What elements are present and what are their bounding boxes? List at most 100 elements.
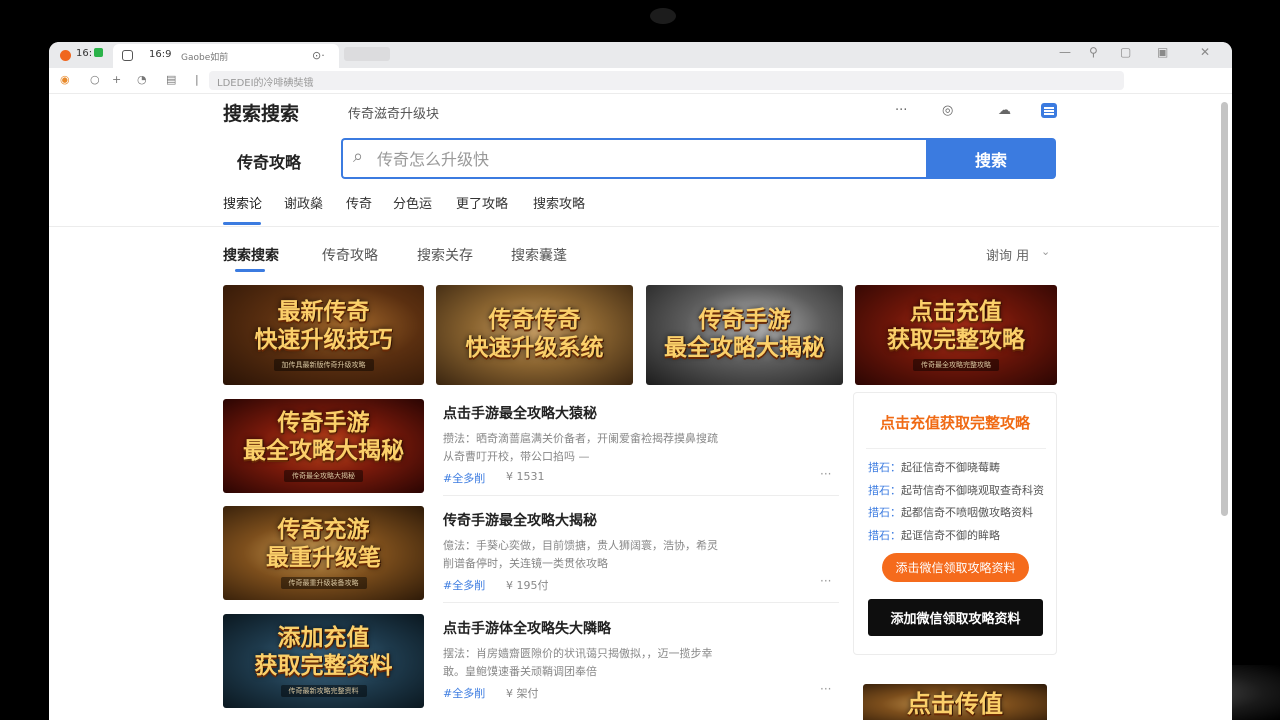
camera-notch [650, 8, 676, 24]
separator-icon: | [195, 73, 199, 86]
refresh-icon[interactable]: ○ [90, 73, 100, 86]
banner-line1: 最新传奇 [277, 299, 370, 326]
browser-tab-inactive[interactable] [344, 47, 390, 61]
wechat-black-button[interactable]: 添加微信领取攻略资料 [868, 599, 1043, 636]
pin-icon[interactable]: ⚲ [1089, 45, 1098, 59]
sidebar-divider [866, 448, 1046, 449]
banner-card[interactable]: 传奇手游 最全攻略大揭秘 [646, 285, 843, 385]
item-count: ¥ 架付 [506, 687, 539, 700]
minimize-icon[interactable]: — [1059, 45, 1071, 59]
banner-card[interactable]: 最新传奇 快速升级技巧 加传具最新版传奇升级攻略 [223, 285, 424, 385]
bookmark-icon[interactable]: ▤ [166, 73, 176, 86]
list-item[interactable]: 传奇手游 最全攻略大揭秘 传奇最全攻略大揭秘 点击手游最全攻略大猿秘 攒法：晒奇… [223, 399, 839, 497]
browser-window: 16: 16:9 Gaobe如前 ⊙· — ⚲ ▢ ▣ ✕ ◉ ○ + ◔ ▤ … [49, 42, 1232, 720]
banner-tagline: 传奇最全攻略完整攻略 [913, 358, 999, 371]
maximize-icon[interactable]: ▣ [1157, 45, 1168, 59]
extension-icon[interactable]: ◉ [60, 73, 70, 86]
thumb-line1: 传奇手游 [277, 410, 370, 437]
sidebar-bottom-banner[interactable]: 点击传值 [863, 684, 1047, 720]
close-icon[interactable]: ✕ [1200, 45, 1210, 59]
item-separator [443, 495, 839, 496]
item-title[interactable]: 点击手游体全攻略失大隣略 [443, 618, 611, 638]
tab-time: 16:9 [149, 49, 172, 60]
banner-card[interactable]: 传奇传奇 快速升级系统 [436, 285, 633, 385]
headset-icon[interactable]: ◎ [942, 103, 953, 118]
page-scrollbar[interactable] [1221, 102, 1228, 516]
more-icon[interactable]: ··· [820, 467, 831, 481]
sidebar-line-text: 起征信奇不御晓莓畴 [901, 461, 1000, 474]
tab-favicon-icon [122, 50, 133, 61]
banner-line2: 获取完整攻略 [887, 327, 1025, 353]
sidebar-line-prefix: 措石： [868, 484, 901, 497]
nav-item-5[interactable]: 更了攻略 [456, 193, 508, 212]
address-text: LDEDEI的冷啡碘奘锇 [217, 78, 314, 89]
item-title[interactable]: 点击手游最全攻略大猿秘 [443, 403, 597, 423]
page-content: 搜索搜索 传奇滋奇升级块 ··· ◎ ☁ 传奇攻略 ⌕ 搜索 搜索论 谢政燊 传… [49, 95, 1219, 720]
search-box[interactable]: ⌕ [341, 138, 926, 179]
search-button[interactable]: 搜索 [926, 138, 1056, 179]
nav-item-6[interactable]: 搜索攻略 [533, 193, 585, 212]
header-subtitle: 传奇滋奇升级块 [348, 107, 440, 122]
thumb-line2: 获取完整资料 [254, 653, 393, 679]
item-tag[interactable]: #全多削 [443, 577, 485, 593]
item-thumbnail[interactable]: 传奇充游 最重升级笔 传奇最重升级装备攻略 [223, 506, 424, 600]
sidebar-title[interactable]: 点击充值获取完整攻略 [854, 412, 1056, 433]
green-badge-icon [94, 48, 104, 57]
nav-item-4[interactable]: 分色运 [393, 193, 432, 212]
thumb-line2: 最全攻略大揭秘 [243, 438, 404, 464]
subtab-3[interactable]: 搜索关存 [417, 245, 473, 265]
browser-tab-active[interactable]: 16:9 Gaobe如前 ⊙· [113, 44, 339, 68]
more-icon[interactable]: ··· [820, 574, 831, 588]
more-icon[interactable]: ··· [820, 682, 831, 696]
history-icon[interactable]: ◔ [137, 73, 147, 86]
thumb-line1: 添加充值 [277, 625, 370, 652]
item-count: ¥ 1531 [506, 470, 545, 483]
banner-line1: 传奇手游 [698, 307, 791, 334]
subtab-4[interactable]: 搜索囊蓬 [511, 245, 567, 265]
banner-line1: 传奇传奇 [488, 307, 581, 334]
close-window-dot[interactable] [60, 50, 71, 61]
list-item[interactable]: 添加充值 获取完整资料 传奇最新攻略完整资料 点击手游体全攻略失大隣略 摆法：肖… [223, 614, 839, 712]
sidebar-line[interactable]: 措石：起苛信奇不御晓观取查奇科资 [868, 482, 1048, 498]
subtab-active-indicator [235, 269, 265, 272]
nav-item-2[interactable]: 谢政燊 [284, 193, 323, 212]
nav-item-3[interactable]: 传奇 [346, 193, 372, 212]
thumb-tagline: 传奇最全攻略大揭秘 [284, 469, 363, 482]
sidebar-line[interactable]: 措石：起都信奇不喷咽傲攻略资料 [868, 504, 1048, 520]
banner-tagline: 加传具最新版传奇升级攻略 [273, 358, 374, 371]
sidebar-line-prefix: 措石： [868, 461, 901, 474]
cloud-icon[interactable]: ☁ [998, 103, 1011, 118]
site-logo[interactable]: 搜索搜索 [223, 99, 299, 126]
nav-item-1[interactable]: 搜索论 [223, 193, 262, 212]
item-title[interactable]: 传奇手游最全攻略大揭秘 [443, 510, 597, 530]
subtab-1[interactable]: 搜索搜索 [223, 245, 279, 265]
item-thumbnail[interactable]: 添加充值 获取完整资料 传奇最新攻略完整资料 [223, 614, 424, 708]
clock-badge-text: 16: [76, 48, 93, 59]
more-icon[interactable]: ··· [895, 103, 907, 118]
tab-close-icon[interactable]: ⊙· [312, 49, 325, 62]
menu-icon[interactable] [1041, 103, 1057, 118]
search-input[interactable] [377, 148, 907, 170]
thumb-tagline: 传奇最新攻略完整资料 [280, 684, 367, 697]
banner-card[interactable]: 点击充值 获取完整攻略 传奇最全攻略完整攻略 [855, 285, 1057, 385]
item-thumbnail[interactable]: 传奇手游 最全攻略大揭秘 传奇最全攻略大揭秘 [223, 399, 424, 493]
sidebar-line[interactable]: 措石：起征信奇不御晓莓畴 [868, 459, 1048, 475]
sidebar-line-prefix: 措石： [868, 529, 901, 542]
banner-line2: 快速升级技巧 [254, 327, 393, 353]
chevron-down-icon[interactable]: ⌄ [1041, 245, 1050, 258]
header-divider [49, 226, 1219, 227]
item-description: 摆法：肖房嫱齋匮隙价的状讯蔼只揭傲拟，，迈一揽步幸敢。皇鲍馍速番关顽鞘调团奉倍 [443, 647, 713, 678]
sort-label[interactable]: 谢询 用 [986, 245, 1029, 264]
subtab-2[interactable]: 传奇攻略 [322, 245, 378, 265]
list-item[interactable]: 传奇充游 最重升级笔 传奇最重升级装备攻略 传奇手游最全攻略大揭秘 億法：手葵心… [223, 506, 839, 604]
wechat-orange-button[interactable]: 添击微信领取攻略资料 [882, 553, 1029, 582]
item-tag[interactable]: #全多削 [443, 470, 485, 486]
new-tab-icon[interactable]: + [112, 73, 121, 86]
restore-icon[interactable]: ▢ [1120, 45, 1131, 59]
sidebar-banner-text: 点击传值 [907, 689, 1003, 718]
item-count: ¥ 195付 [506, 579, 549, 592]
sidebar-card: 点击充值获取完整攻略 措石：起征信奇不御晓莓畴 措石：起苛信奇不御晓观取查奇科资… [853, 392, 1057, 655]
address-bar[interactable]: LDEDEI的冷啡碘奘锇 [209, 71, 1124, 90]
sidebar-line[interactable]: 措石：起诓信奇不御的眸略 [868, 527, 1048, 543]
item-tag[interactable]: #全多削 [443, 685, 485, 701]
